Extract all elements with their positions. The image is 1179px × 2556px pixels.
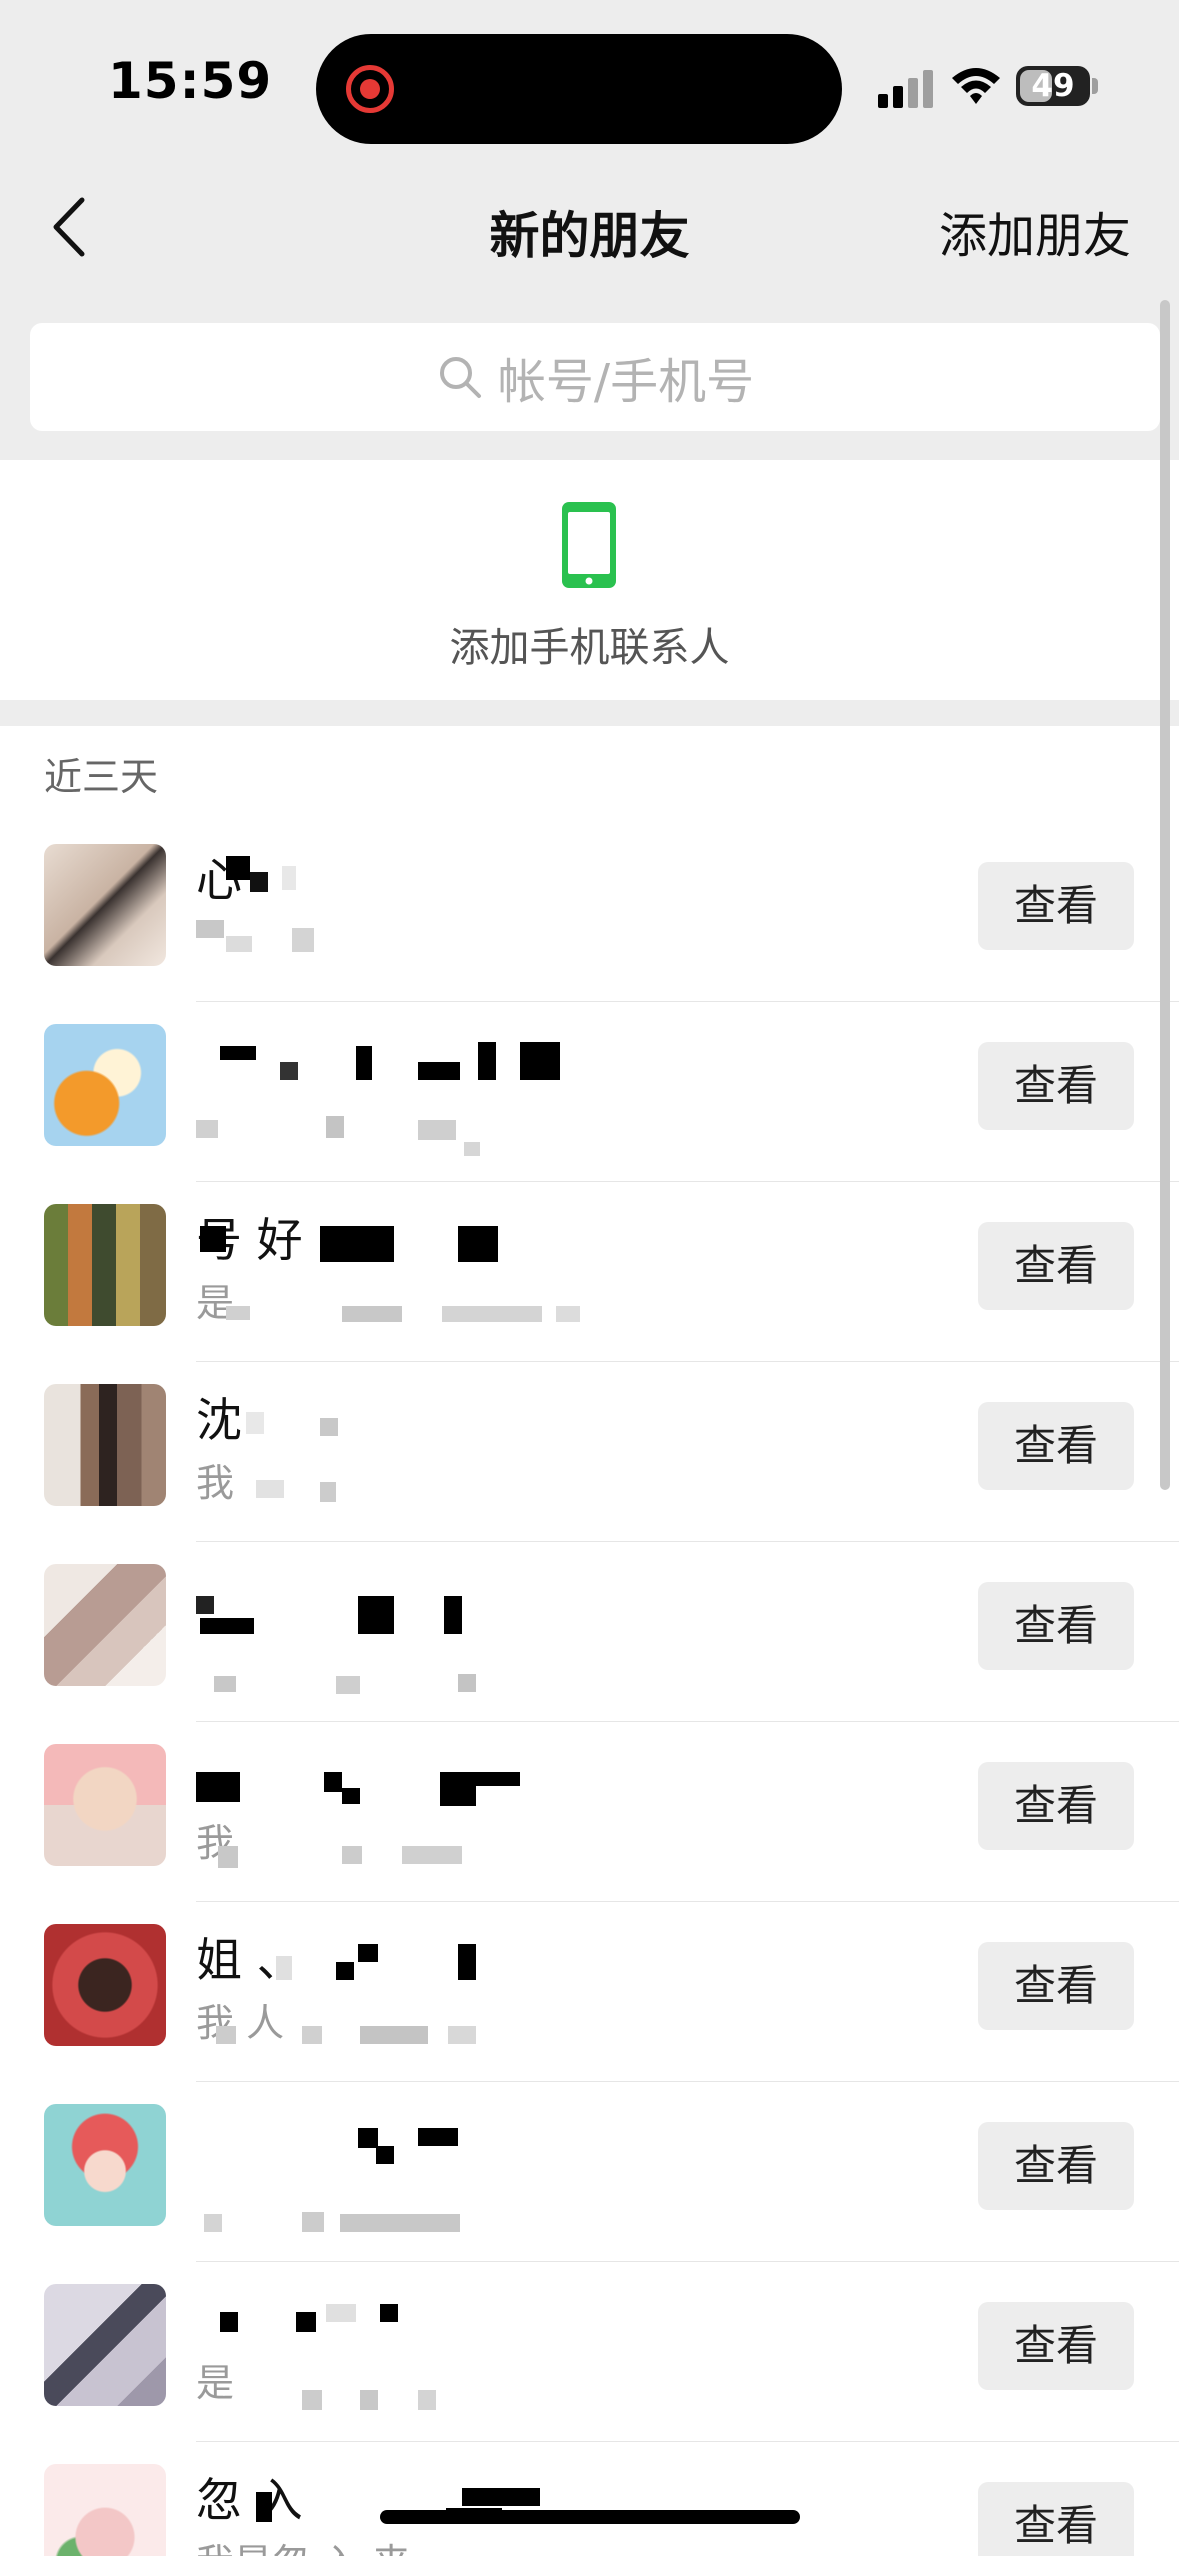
screen-record-icon [346,65,394,113]
view-button[interactable]: 查看 [978,2302,1134,2390]
list-item[interactable]: 查看 [0,2082,1179,2262]
status-time: 15:59 [108,52,273,110]
pixelated-text [196,1196,656,1336]
pixelated-text [196,1376,656,1516]
home-indicator[interactable] [380,2510,800,2524]
avatar [44,2284,166,2406]
mobile-phone-icon [562,502,616,588]
list-item[interactable]: 沈 我 查看 [0,1362,1179,1542]
view-button[interactable]: 查看 [978,862,1134,950]
list-item[interactable]: 姐 、 我 人 查看 [0,1902,1179,2082]
pixelated-text [196,2276,656,2416]
list-item[interactable]: 心 查看 [0,822,1179,1002]
pixelated-text [196,836,656,976]
view-button[interactable]: 查看 [978,1042,1134,1130]
view-button[interactable]: 查看 [978,1942,1134,2030]
search-icon [439,357,481,398]
pixelated-text [196,1916,656,2056]
avatar [44,1744,166,1866]
list-item[interactable]: 忽 入 我是忽 入 来 查看 [0,2442,1179,2556]
avatar [44,1924,166,2046]
search-input[interactable]: 帐号/手机号 [30,323,1160,431]
add-friends-button[interactable]: 添加朋友 [939,196,1131,266]
add-phone-contacts-label: 添加手机联系人 [449,625,730,671]
pixelated-text [196,1016,656,1156]
list-item[interactable]: 是 查看 [0,2262,1179,2442]
battery-cap [1092,78,1098,94]
avatar [44,2104,166,2226]
battery-percent: 49 [1031,68,1075,104]
list-item[interactable]: 号 好 是 查看 [0,1182,1179,1362]
pixelated-text [196,1556,656,1696]
avatar [44,844,166,966]
cellular-signal-icon [878,70,934,108]
view-button[interactable]: 查看 [978,1762,1134,1850]
scrollbar[interactable] [1160,300,1170,1490]
avatar [44,2464,166,2556]
list-item[interactable]: 查看 [0,1002,1179,1182]
avatar [44,1384,166,1506]
wifi-icon [952,68,1000,104]
avatar [44,1024,166,1146]
section-divider [0,700,1179,726]
view-button[interactable]: 查看 [978,1582,1134,1670]
search-placeholder: 帐号/手机号 [497,354,755,410]
pixelated-text [196,1736,656,1876]
view-button[interactable]: 查看 [978,2122,1134,2210]
list-item[interactable]: 我 查看 [0,1722,1179,1902]
new-friends-screen: 15:59 49 新的朋友 添加朋友 帐号/手机号 添加手机联系人 近三天 心 … [0,0,1179,2556]
pixelated-text [196,2456,656,2556]
section-header: 近三天 [44,755,159,799]
view-button[interactable]: 查看 [978,1222,1134,1310]
battery-icon: 49 [1016,66,1090,106]
view-button[interactable]: 查看 [978,2482,1134,2556]
view-button[interactable]: 查看 [978,1402,1134,1490]
dynamic-island [316,34,842,144]
avatar [44,1204,166,1326]
pixelated-text [196,2096,656,2236]
avatar [44,1564,166,1686]
add-phone-contacts-button[interactable]: 添加手机联系人 [0,460,1179,700]
list-item[interactable]: 查看 [0,1542,1179,1722]
